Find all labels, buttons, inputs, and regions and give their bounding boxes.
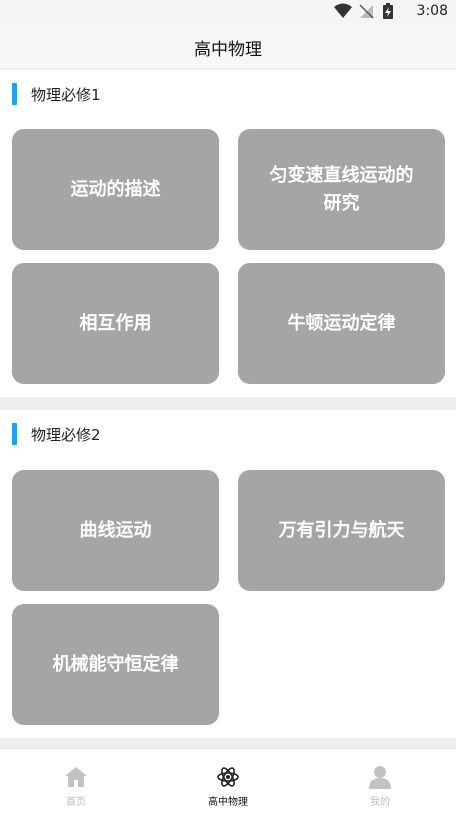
nav-label: 高中物理 <box>208 797 248 808</box>
chapter-card-label: 曲线运动 <box>79 519 152 541</box>
user-icon <box>368 765 392 789</box>
chapter-card-label: 机械能守恒定律 <box>52 653 179 675</box>
nav-item-profile[interactable]: 我的 <box>304 749 456 813</box>
section-physics-required-2: 物理必修2 曲线运动 万有引力与航天 机械能守恒定律 <box>0 410 456 738</box>
chapter-card[interactable]: 牛顿运动定律 <box>238 263 445 384</box>
chapter-card-label: 牛顿运动定律 <box>287 312 396 334</box>
wifi-icon <box>334 3 352 19</box>
section-header: 物理必修2 <box>0 410 456 458</box>
section-title: 物理必修1 <box>31 86 101 104</box>
home-icon <box>64 765 88 789</box>
section-accent-bar <box>12 423 17 445</box>
page-title: 高中物理 <box>194 39 262 60</box>
status-time: 3:08 <box>416 3 448 19</box>
chapter-card-label: 匀变速直线运动的研究 <box>269 164 414 214</box>
chapter-card[interactable]: 运动的描述 <box>12 129 219 250</box>
no-signal-icon <box>358 3 374 19</box>
bottom-nav: 首页 高中物理 我的 <box>0 748 456 813</box>
atom-icon <box>216 765 240 789</box>
nav-item-physics[interactable]: 高中物理 <box>152 749 304 813</box>
status-bar: 3:08 <box>0 0 456 26</box>
chapter-card-label: 运动的描述 <box>70 178 161 200</box>
chapter-card[interactable]: 万有引力与航天 <box>238 470 445 591</box>
section-header: 物理必修1 <box>0 70 456 118</box>
nav-label: 首页 <box>66 797 86 808</box>
chapter-card-label: 相互作用 <box>79 312 152 334</box>
chapter-card[interactable]: 机械能守恒定律 <box>12 604 219 725</box>
section-accent-bar <box>12 83 17 105</box>
status-icons <box>334 3 398 19</box>
chapter-card-label: 万有引力与航天 <box>278 519 405 541</box>
nav-item-home[interactable]: 首页 <box>0 749 152 813</box>
chapter-card[interactable]: 曲线运动 <box>12 470 219 591</box>
battery-charging-icon <box>382 3 398 19</box>
section-physics-required-1: 物理必修1 运动的描述 匀变速直线运动的研究 相互作用 牛顿运动定律 <box>0 70 456 397</box>
section-title: 物理必修2 <box>31 426 101 444</box>
nav-label: 我的 <box>370 797 390 808</box>
chapter-card[interactable]: 相互作用 <box>12 263 219 384</box>
app-header: 高中物理 <box>0 26 456 68</box>
chapter-card[interactable]: 匀变速直线运动的研究 <box>238 129 445 250</box>
